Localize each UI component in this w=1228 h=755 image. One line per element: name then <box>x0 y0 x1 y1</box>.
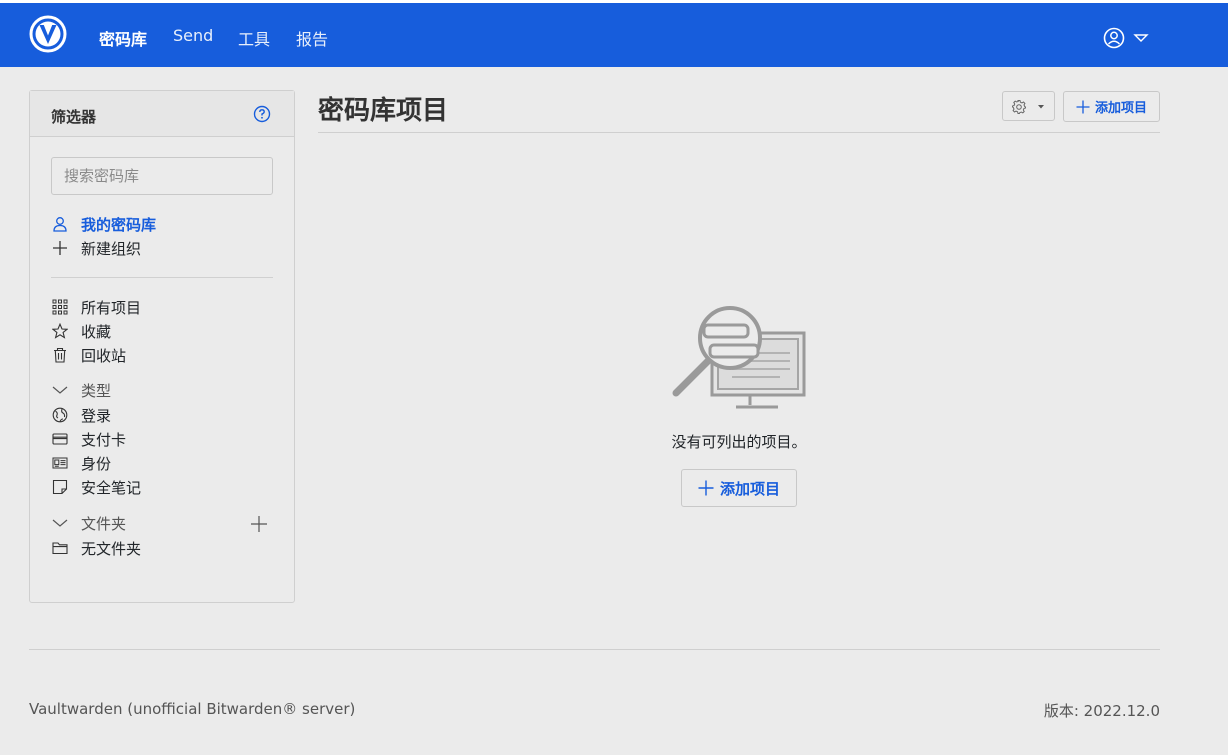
filter-new-organization-label: 新建组织 <box>81 239 142 258</box>
folder-icon <box>51 539 69 557</box>
caret-down-icon <box>1038 105 1044 109</box>
filter-type-identity[interactable]: 身份 <box>51 452 111 474</box>
filter-my-vault[interactable]: 我的密码库 <box>51 213 156 235</box>
gear-icon <box>1012 100 1026 114</box>
globe-icon <box>51 406 69 424</box>
filter-type-identity-label: 身份 <box>81 454 112 473</box>
filter-divider <box>51 277 273 278</box>
filter-type-secure-note[interactable]: 安全笔记 <box>51 476 141 498</box>
add-item-button[interactable]: 添加项目 <box>1063 91 1160 122</box>
empty-vault-search-illustration <box>670 305 808 413</box>
filter-folders-toggle[interactable]: 文件夹 <box>51 512 126 534</box>
chevron-down-icon <box>51 514 69 532</box>
sticky-note-icon <box>51 478 69 496</box>
title-divider <box>318 132 1160 133</box>
footer-version: 版本: 2022.12.0 <box>1043 702 1160 720</box>
add-item-button-label: 添加项目 <box>1094 101 1147 116</box>
trash-icon <box>51 346 69 364</box>
chevron-down-icon <box>51 381 69 399</box>
account-menu-button[interactable] <box>1103 26 1151 50</box>
plus-icon <box>1076 100 1090 113</box>
user-circle-icon <box>1103 27 1149 49</box>
vaultwarden-logo-icon[interactable] <box>29 15 67 53</box>
filter-type-login[interactable]: 登录 <box>51 404 111 426</box>
filter-panel: 筛选器 我的密码库 新建组织 所有项目 <box>29 90 295 603</box>
filter-new-organization[interactable]: 新建组织 <box>51 237 141 259</box>
filter-all-items-label: 所有项目 <box>81 298 142 317</box>
filter-types-label: 类型 <box>81 381 112 400</box>
plus-icon <box>51 239 69 257</box>
empty-state-add-item-label: 添加项目 <box>719 479 780 498</box>
nav-send-link[interactable]: Send <box>173 26 213 45</box>
filter-header: 筛选器 <box>30 91 294 137</box>
filter-title: 筛选器 <box>51 108 97 126</box>
filter-type-card[interactable]: 支付卡 <box>51 428 126 450</box>
filter-no-folder-label: 无文件夹 <box>81 539 142 558</box>
page-title: 密码库项目 <box>318 96 449 126</box>
user-icon <box>51 215 69 233</box>
filter-type-secure-note-label: 安全笔记 <box>81 478 142 497</box>
nav-vault-link[interactable]: 密码库 <box>99 26 147 50</box>
top-navbar: 密码库 Send 工具 报告 <box>0 0 1228 67</box>
filter-type-card-label: 支付卡 <box>81 430 127 449</box>
empty-state-message: 没有可列出的项目。 <box>671 433 807 451</box>
filter-my-vault-label: 我的密码库 <box>81 215 157 234</box>
filter-types-toggle[interactable]: 类型 <box>51 379 111 401</box>
filter-no-folder[interactable]: 无文件夹 <box>51 537 141 559</box>
filter-favorites[interactable]: 收藏 <box>51 320 111 342</box>
add-folder-plus-icon[interactable] <box>250 515 268 533</box>
empty-state-add-item-button[interactable]: 添加项目 <box>681 469 797 507</box>
star-icon <box>51 322 69 340</box>
filter-folders-label: 文件夹 <box>81 514 127 533</box>
footer-divider <box>29 649 1160 650</box>
nav-tools-link[interactable]: 工具 <box>238 26 270 50</box>
filter-trash-label: 回收站 <box>81 346 127 365</box>
credit-card-icon <box>51 430 69 448</box>
filter-favorites-label: 收藏 <box>81 322 112 341</box>
nav-reports-link[interactable]: 报告 <box>296 26 328 50</box>
id-card-icon <box>51 454 69 472</box>
vault-settings-button[interactable] <box>1002 91 1055 121</box>
plus-icon <box>698 480 714 496</box>
filter-all-items[interactable]: 所有项目 <box>51 296 141 318</box>
help-icon[interactable] <box>253 105 271 123</box>
filter-type-login-label: 登录 <box>81 406 112 425</box>
filter-trash[interactable]: 回收站 <box>51 344 126 366</box>
search-vault-input[interactable] <box>51 157 273 195</box>
footer-server-name: Vaultwarden (unofficial Bitwarden® serve… <box>29 700 356 718</box>
grid-icon <box>51 298 69 316</box>
